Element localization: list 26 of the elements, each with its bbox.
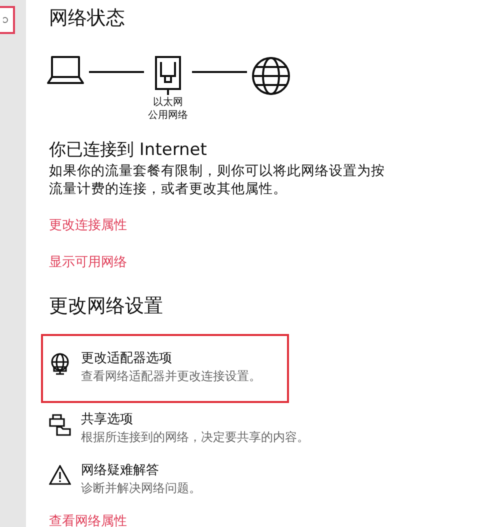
search-field[interactable] xyxy=(0,6,15,34)
settings-option[interactable]: 网络疑难解答 诊断并解决网络问题。 xyxy=(41,460,289,511)
globe-icon xyxy=(251,56,291,96)
globe-monitor-icon xyxy=(49,353,71,375)
option-description: 根据所连接到的网络，决定要共享的内容。 xyxy=(81,429,309,446)
connection-description: 如果你的流量套餐有限制，则你可以将此网络设置为按流量计费的连接，或者更改其他属性。 xyxy=(49,162,386,198)
settings-option[interactable]: 更改适配器选项 查看网络适配器并更改连接设置。 xyxy=(41,334,289,403)
option-title: 更改适配器选项 xyxy=(81,350,173,368)
option-title: 网络疑难解答 xyxy=(81,462,160,480)
section-title: 网络状态 xyxy=(49,6,125,31)
laptop-icon xyxy=(47,56,85,84)
network-type: 公用网络 xyxy=(148,109,188,122)
ethernet-port-icon xyxy=(155,56,181,96)
link[interactable]: 显示可用网络 xyxy=(49,254,127,272)
option-description: 查看网络适配器并更改连接设置。 xyxy=(81,368,261,385)
settings-option[interactable]: 共享选项 根据所连接到的网络，决定要共享的内容。 xyxy=(41,409,319,460)
option-description: 诊断并解决网络问题。 xyxy=(81,480,201,497)
search-icon xyxy=(3,16,11,24)
adapter-name: 以太网 xyxy=(153,96,183,109)
warning-icon xyxy=(49,465,71,485)
option-title: 共享选项 xyxy=(81,411,134,429)
link[interactable]: 更改连接属性 xyxy=(49,217,127,235)
link[interactable]: 查看网络属性 xyxy=(49,513,127,527)
section-title: 更改网络设置 xyxy=(49,294,163,319)
printer-folder-icon xyxy=(49,414,71,436)
connection-heading: 你已连接到 Internet xyxy=(49,139,207,162)
